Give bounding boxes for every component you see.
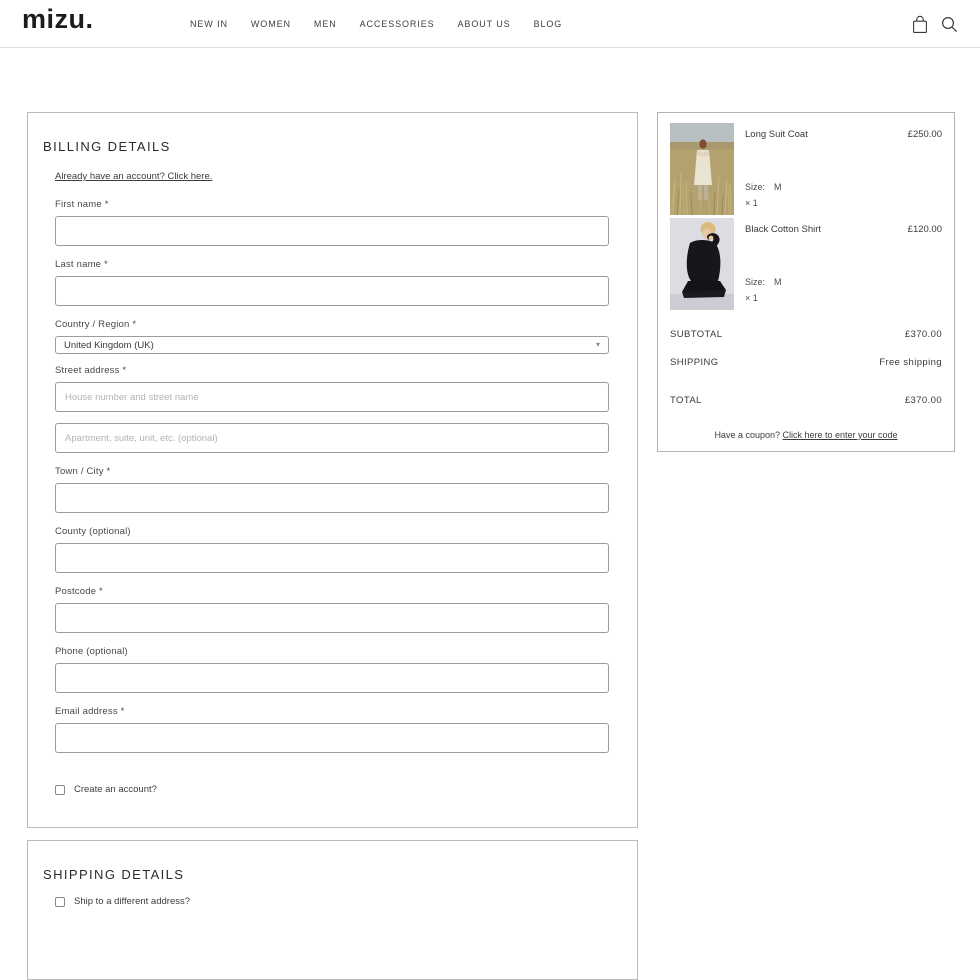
order-totals: SUBTOTAL £370.00 SHIPPING Free shipping … — [670, 329, 942, 406]
shipping-title: SHIPPING DETAILS — [43, 867, 185, 882]
coupon-link[interactable]: Click here to enter your code — [783, 430, 898, 440]
county-input[interactable] — [55, 543, 609, 573]
coupon-prompt: Have a coupon? — [714, 430, 783, 440]
first-name-row: First name * — [55, 199, 609, 246]
create-account-checkbox[interactable] — [55, 784, 65, 795]
total-label: TOTAL — [670, 395, 702, 406]
order-summary-panel: Long Suit Coat £250.00 Size: M × 1 Black … — [657, 112, 955, 452]
total-value: £370.00 — [904, 395, 942, 406]
main-nav: NEW IN WOMEN MEN ACCESSORIES ABOUT US BL… — [190, 0, 562, 48]
search-icon[interactable] — [941, 16, 958, 33]
subtotal-row: SUBTOTAL £370.00 — [670, 329, 942, 340]
first-name-input[interactable] — [55, 216, 609, 246]
country-select-value: United Kingdom (UK) — [64, 339, 154, 351]
shopping-bag-icon[interactable] — [912, 15, 928, 34]
shipping-value: Free shipping — [879, 357, 942, 368]
ship-different-address-row[interactable]: Ship to a different address? — [55, 896, 609, 907]
coupon-line: Have a coupon? Click here to enter your … — [670, 430, 942, 440]
product-name: Black Cotton Shirt — [745, 224, 822, 235]
nav-item-men[interactable]: MEN — [314, 19, 337, 29]
product-quantity: × 1 — [745, 198, 758, 208]
product-image-black-cotton-shirt — [670, 218, 734, 310]
billing-details-panel: BILLING DETAILS Already have an account?… — [27, 112, 638, 828]
ship-different-address-checkbox[interactable] — [55, 896, 65, 907]
shipping-label: SHIPPING — [670, 357, 719, 368]
header-icons — [912, 0, 958, 48]
street-address2-row — [55, 423, 609, 453]
brand-logo[interactable]: mizu. — [22, 4, 94, 35]
product-info: Long Suit Coat £250.00 Size: M × 1 — [745, 123, 942, 215]
email-input[interactable] — [55, 723, 609, 753]
product-size: Size: M — [745, 182, 782, 192]
create-account-label: Create an account? — [74, 784, 157, 795]
postcode-label: Postcode * — [55, 586, 103, 597]
nav-item-about-us[interactable]: ABOUT US — [458, 19, 511, 29]
nav-item-blog[interactable]: BLOG — [534, 19, 563, 29]
chevron-down-icon: ▾ — [595, 340, 600, 349]
login-toggle-link[interactable]: Already have an account? Click here. — [55, 171, 212, 182]
ship-different-address-label: Ship to a different address? — [74, 896, 191, 907]
product-price: £120.00 — [907, 224, 942, 235]
country-row: Country / Region * United Kingdom (UK) ▾ — [55, 319, 609, 354]
product-price: £250.00 — [907, 129, 942, 140]
product-size: Size: M — [745, 277, 782, 287]
site-header: mizu. NEW IN WOMEN MEN ACCESSORIES ABOUT… — [0, 0, 980, 48]
order-item: Long Suit Coat £250.00 Size: M × 1 — [670, 123, 942, 215]
last-name-input[interactable] — [55, 276, 609, 306]
street-address-label: Street address * — [55, 365, 127, 376]
street-address-row: Street address * — [55, 365, 609, 412]
street-address2-input[interactable] — [55, 423, 609, 453]
first-name-label: First name * — [55, 199, 109, 210]
street-address-input[interactable] — [55, 382, 609, 412]
product-image-long-suit-coat — [670, 123, 734, 215]
last-name-label: Last name * — [55, 259, 108, 270]
billing-title: BILLING DETAILS — [43, 139, 171, 154]
total-row: TOTAL £370.00 — [670, 395, 942, 406]
shipping-details-panel: SHIPPING DETAILS Ship to a different add… — [27, 840, 638, 980]
nav-item-new-in[interactable]: NEW IN — [190, 19, 228, 29]
subtotal-label: SUBTOTAL — [670, 329, 723, 340]
county-label: County (optional) — [55, 526, 131, 537]
nav-item-women[interactable]: WOMEN — [251, 19, 291, 29]
postcode-input[interactable] — [55, 603, 609, 633]
email-label: Email address * — [55, 706, 125, 717]
phone-row: Phone (optional) — [55, 646, 609, 693]
subtotal-value: £370.00 — [904, 329, 942, 340]
nav-item-accessories[interactable]: ACCESSORIES — [360, 19, 435, 29]
country-select[interactable]: United Kingdom (UK) ▾ — [55, 336, 609, 354]
product-quantity: × 1 — [745, 293, 758, 303]
email-row: Email address * — [55, 706, 609, 753]
order-item: Black Cotton Shirt £120.00 Size: M × 1 — [670, 218, 942, 310]
product-info: Black Cotton Shirt £120.00 Size: M × 1 — [745, 218, 942, 310]
town-city-row: Town / City * — [55, 466, 609, 513]
county-row: County (optional) — [55, 526, 609, 573]
town-city-label: Town / City * — [55, 466, 111, 477]
phone-input[interactable] — [55, 663, 609, 693]
create-account-row[interactable]: Create an account? — [55, 784, 609, 795]
shipping-row: SHIPPING Free shipping — [670, 357, 942, 368]
postcode-row: Postcode * — [55, 586, 609, 633]
town-city-input[interactable] — [55, 483, 609, 513]
product-name: Long Suit Coat — [745, 129, 808, 140]
last-name-row: Last name * — [55, 259, 609, 306]
phone-label: Phone (optional) — [55, 646, 128, 657]
country-label: Country / Region * — [55, 319, 137, 330]
